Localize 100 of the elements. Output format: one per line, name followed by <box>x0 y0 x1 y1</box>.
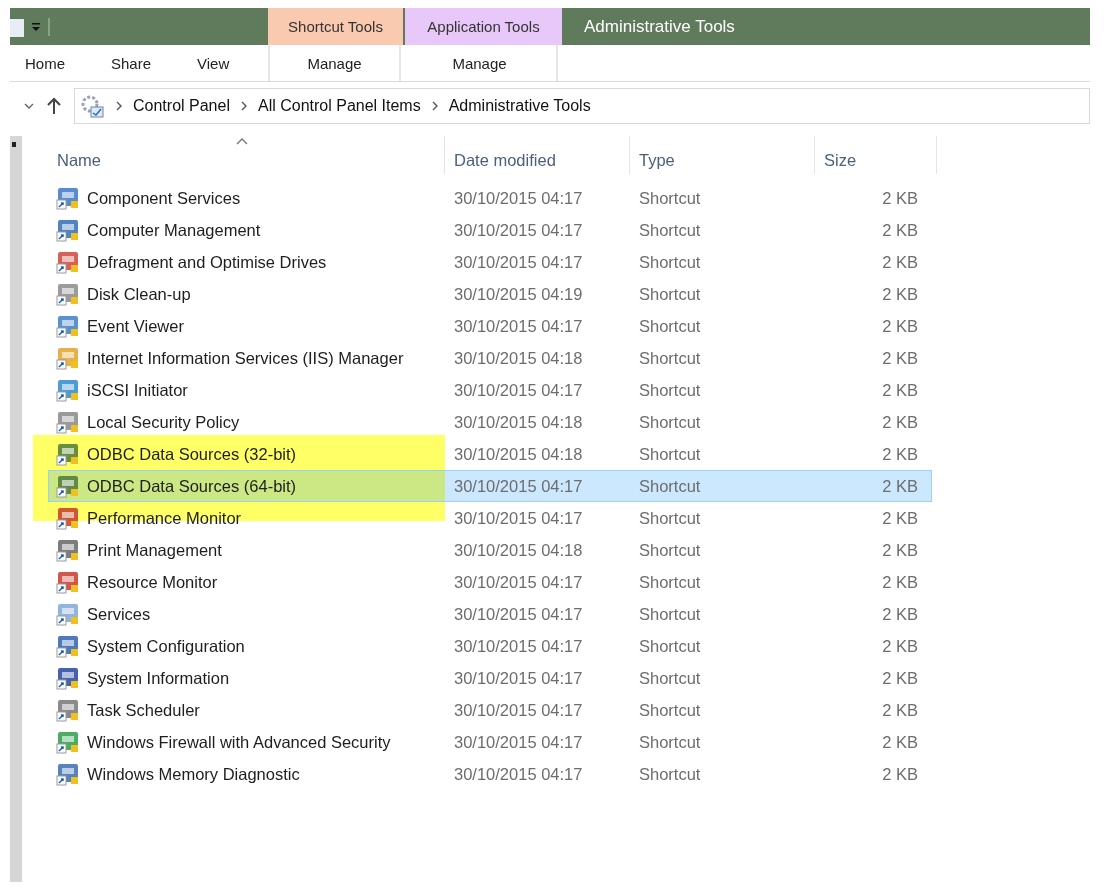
shortcut-icon <box>56 570 80 594</box>
ribbon-tab[interactable]: Share <box>96 45 182 81</box>
table-cell-text: 2 KB <box>881 444 919 464</box>
table-row[interactable]: System Configuration 30/10/2015 04:17 Shortcut 2 KB <box>48 630 932 662</box>
table-row[interactable]: System Information 30/10/2015 04:17 Shortcut 2 KB <box>48 662 932 694</box>
file-name[interactable]: Event Viewer <box>87 316 184 336</box>
file-name[interactable]: System Configuration <box>87 636 245 656</box>
separator-icon <box>48 17 51 36</box>
table-cell-text: 30/10/2015 04:17 <box>453 732 584 752</box>
table-row[interactable]: Disk Clean-up 30/10/2015 04:19 Shortcut 2 KB <box>48 278 932 310</box>
file-name[interactable]: ODBC Data Sources (32-bit) <box>87 444 297 464</box>
table-cell-text: 2 KB <box>881 572 919 592</box>
file-name[interactable]: Component Services <box>87 188 241 208</box>
column-header[interactable]: Date modified <box>445 136 630 174</box>
table-cell-text: Shortcut <box>638 476 702 496</box>
recent-dropdown-icon[interactable] <box>24 102 34 110</box>
chevron-right-icon[interactable] <box>430 101 439 111</box>
table-cell-text: Shortcut <box>638 348 702 368</box>
column-header[interactable]: Size <box>815 136 937 174</box>
shortcut-icon <box>56 282 80 306</box>
table-row[interactable]: ODBC Data Sources (32-bit) 30/10/2015 04:18 Shortcut 2 KB <box>48 438 932 470</box>
ribbon-tab[interactable]: View <box>182 45 268 81</box>
table-cell-text: 30/10/2015 04:17 <box>453 668 584 688</box>
table-cell-text: 30/10/2015 04:17 <box>453 316 584 336</box>
file-name[interactable]: iSCSI Initiator <box>87 380 188 400</box>
breadcrumb-item[interactable]: Control Panel <box>133 97 230 115</box>
table-cell-text: 30/10/2015 04:17 <box>453 220 584 240</box>
table-cell-text: Shortcut <box>638 732 702 752</box>
document-icon[interactable] <box>10 16 24 37</box>
file-name[interactable]: System Information <box>87 668 230 688</box>
table-cell-text: 2 KB <box>881 188 919 208</box>
file-name[interactable]: Computer Management <box>87 220 261 240</box>
ribbon-tab[interactable]: Manage <box>268 45 401 81</box>
file-name[interactable]: Windows Memory Diagnostic <box>87 764 300 784</box>
column-header[interactable]: Name <box>48 136 445 174</box>
table-cell-text: 2 KB <box>881 316 919 336</box>
table-cell-text: 2 KB <box>881 732 919 752</box>
breadcrumb-item[interactable]: Administrative Tools <box>448 97 591 115</box>
table-cell-text: 2 KB <box>881 540 919 560</box>
shortcut-icon <box>56 506 80 530</box>
table-row[interactable]: Resource Monitor 30/10/2015 04:17 Shortcut 2 KB <box>48 566 932 598</box>
table-cell-text: Shortcut <box>638 604 702 624</box>
table-cell-text: 2 KB <box>881 220 919 240</box>
table-row[interactable]: Print Management 30/10/2015 04:18 Shortcut 2 KB <box>48 534 932 566</box>
shortcut-icon <box>56 634 80 658</box>
shortcut-icon <box>56 442 80 466</box>
file-name[interactable]: Internet Information Services (IIS) Manager <box>87 348 404 368</box>
table-row[interactable]: Computer Management 30/10/2015 04:17 Shortcut 2 KB <box>48 214 932 246</box>
table-cell-text: Shortcut <box>638 572 702 592</box>
table-cell-text: 2 KB <box>881 412 919 432</box>
file-name[interactable]: Task Scheduler <box>87 700 200 720</box>
table-cell-text: Shortcut <box>638 284 702 304</box>
customize-dropdown-icon[interactable] <box>30 20 42 33</box>
shortcut-icon <box>56 410 80 434</box>
table-cell-text: Shortcut <box>638 700 702 720</box>
file-name[interactable]: ODBC Data Sources (64-bit) <box>87 476 297 496</box>
up-arrow-icon[interactable] <box>46 97 62 115</box>
table-row[interactable]: Windows Firewall with Advanced Security 30/10/2015 04:17 Shortcut 2 KB <box>48 726 932 758</box>
table-row[interactable]: Task Scheduler 30/10/2015 04:17 Shortcut 2 KB <box>48 694 932 726</box>
table-cell-text: 30/10/2015 04:17 <box>453 700 584 720</box>
file-name[interactable]: Resource Monitor <box>87 572 218 592</box>
shortcut-icon <box>56 250 80 274</box>
file-name[interactable]: Print Management <box>87 540 222 560</box>
shortcut-icon <box>56 378 80 402</box>
ribbon-tab[interactable]: Manage <box>403 45 558 81</box>
table-cell-text: 2 KB <box>881 764 919 784</box>
file-name[interactable]: Windows Firewall with Advanced Security <box>87 732 391 752</box>
ribbon-tab[interactable]: Home <box>10 45 96 81</box>
table-row[interactable]: Event Viewer 30/10/2015 04:17 Shortcut 2 KB <box>48 310 932 342</box>
shortcut-icon <box>56 218 80 242</box>
table-cell-text: Shortcut <box>638 188 702 208</box>
table-cell-text: Shortcut <box>638 636 702 656</box>
table-cell-text: 30/10/2015 04:18 <box>453 444 584 464</box>
file-name[interactable]: Local Security Policy <box>87 412 240 432</box>
shortcut-icon <box>56 762 80 786</box>
file-name[interactable]: Defragment and Optimise Drives <box>87 252 327 272</box>
breadcrumb-item[interactable]: All Control Panel Items <box>257 97 421 115</box>
table-cell-text: 30/10/2015 04:17 <box>453 252 584 272</box>
table-cell-text: 2 KB <box>881 636 919 656</box>
table-row[interactable]: Local Security Policy 30/10/2015 04:18 Shortcut 2 KB <box>48 406 932 438</box>
table-cell-text: 2 KB <box>881 700 919 720</box>
table-row[interactable]: iSCSI Initiator 30/10/2015 04:17 Shortcut 2 KB <box>48 374 932 406</box>
column-header[interactable]: Type <box>630 136 815 174</box>
chevron-right-icon[interactable] <box>115 101 123 111</box>
table-cell-text: Shortcut <box>638 668 702 688</box>
table-cell-text: 30/10/2015 04:18 <box>453 540 584 560</box>
table-cell-text: Shortcut <box>638 444 702 464</box>
shortcut-icon <box>56 666 80 690</box>
table-cell-text: 2 KB <box>881 604 919 624</box>
shortcut-icon <box>56 186 80 210</box>
table-row[interactable]: Internet Information Services (IIS) Manager 30/10/2015 04:18 Shortcut 2 KB <box>48 342 932 374</box>
file-name[interactable]: Disk Clean-up <box>87 284 191 304</box>
table-row[interactable]: Windows Memory Diagnostic 30/10/2015 04:17 Shortcut 2 KB <box>48 758 932 790</box>
table-row[interactable]: Defragment and Optimise Drives 30/10/2015 04:17 Shortcut 2 KB <box>48 246 932 278</box>
table-row[interactable]: Services 30/10/2015 04:17 Shortcut 2 KB <box>48 598 932 630</box>
chevron-right-icon[interactable] <box>239 101 248 111</box>
file-name[interactable]: Services <box>87 604 151 624</box>
table-cell-text: Shortcut <box>638 412 702 432</box>
table-row[interactable]: Component Services 30/10/2015 04:17 Shortcut 2 KB <box>48 182 932 214</box>
address-bar[interactable]: Control Panel All Control Panel Items Administrative Tools <box>74 88 1090 124</box>
